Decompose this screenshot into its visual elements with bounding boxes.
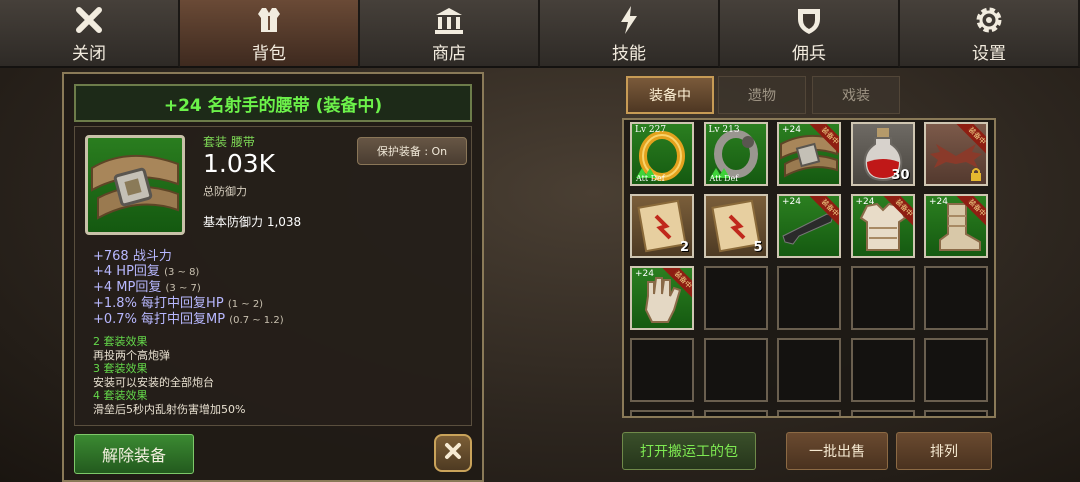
top-navigation: 关闭 背包 商店 技能 佣兵 设置	[0, 0, 1080, 68]
lightning-icon	[611, 3, 647, 37]
inventory-slot-empty[interactable]	[850, 266, 915, 330]
tab-costume[interactable]: 戏装	[812, 76, 900, 114]
boots-icon	[926, 203, 986, 256]
close-x-icon	[71, 3, 107, 37]
stat-line: +4 MP回复 (3 ~ 7)	[93, 280, 201, 295]
item-enhance-level: +24	[782, 197, 801, 207]
belt-icon	[85, 135, 185, 235]
inventory-slot[interactable]: Lv 227 Att Def	[630, 122, 694, 186]
inventory-tabs: 装备中 遗物 戏装	[626, 76, 906, 114]
set-effect-count: 3 套装效果	[93, 362, 148, 375]
close-detail-button[interactable]	[434, 434, 472, 472]
nav-tab-label: 商店	[432, 43, 466, 64]
nav-tab-label: 技能	[612, 43, 646, 64]
total-defense-value: 1.03K	[203, 149, 276, 178]
nav-tab-bag[interactable]: 背包	[180, 0, 360, 68]
inventory-slot-empty[interactable]	[630, 338, 694, 402]
inventory-slot-empty[interactable]	[924, 266, 988, 330]
inventory-slot[interactable]: +24 装备中	[630, 266, 694, 330]
gloves-icon	[632, 277, 692, 328]
sort-button[interactable]: 排列	[896, 432, 992, 470]
stat-line: +768 战斗力	[93, 249, 172, 264]
set-effect-count: 4 套装效果	[93, 389, 148, 402]
inventory-slot[interactable]: 5	[703, 194, 768, 258]
inventory-slot[interactable]: 30	[850, 122, 915, 186]
open-porter-bag-button[interactable]: 打开搬运工的包	[622, 432, 756, 470]
inventory-slot-empty[interactable]	[850, 410, 915, 416]
inventory-slot-empty[interactable]	[777, 338, 841, 402]
item-enhance-level: +24	[782, 125, 801, 135]
nav-tab-label: 设置	[972, 43, 1006, 64]
tab-relics[interactable]: 遗物	[718, 76, 806, 114]
nav-tab-settings[interactable]: 设置	[900, 0, 1080, 68]
item-enhance-level: +24	[635, 269, 654, 279]
att-def-indicator: Att Def	[636, 174, 665, 183]
set-effect-text: 滑垒后5秒内乱射伤害增加50%	[93, 402, 246, 416]
inventory-slot[interactable]: +24 装备中	[777, 122, 841, 186]
item-detail-panel: +24 名射手的腰带 (装备中) 套装 腰带 1.03K 总防御力 基本防御力 …	[62, 72, 484, 482]
inventory-grid: Lv 227 Att Def Lv 213 Att Def +24 装备中 30 装备中 2 5 +…	[622, 118, 996, 418]
protect-equipment-button[interactable]: 保护装备 : On	[357, 137, 467, 165]
stat-line: +0.7% 每打中回复MP (0.7 ~ 1.2)	[93, 312, 284, 327]
item-enhance-level: +24	[929, 197, 948, 207]
stat-line: +1.8% 每打中回复HP (1 ~ 2)	[93, 296, 264, 311]
att-def-indicator: Att Def	[709, 174, 739, 183]
set-effect-count: 2 套装效果	[93, 335, 148, 348]
inventory-slot[interactable]: +24 装备中	[924, 194, 988, 258]
nav-tab-label: 背包	[252, 43, 286, 64]
inventory-slot-empty[interactable]	[777, 266, 841, 330]
inventory-slot-empty[interactable]	[777, 410, 841, 416]
item-quantity: 2	[679, 240, 689, 255]
chest-armor-icon	[853, 202, 913, 256]
item-title: +24 名射手的腰带 (装备中)	[74, 84, 472, 122]
inventory-slot-empty[interactable]	[924, 338, 988, 402]
rifle-icon	[779, 213, 839, 256]
inventory-slot-empty[interactable]	[703, 338, 768, 402]
inventory-slot[interactable]: +24 装备中	[850, 194, 915, 258]
nav-tab-mercenary[interactable]: 佣兵	[720, 0, 900, 68]
item-quantity: 5	[753, 240, 763, 255]
base-defense: 基本防御力 1,038	[203, 215, 302, 229]
close-x-icon	[443, 441, 463, 465]
inventory-slot-empty[interactable]	[703, 266, 768, 330]
item-quantity: 30	[891, 168, 910, 183]
gear-icon	[971, 3, 1007, 37]
armor-icon	[251, 3, 287, 37]
set-effect-text: 再投两个高炮弹	[93, 348, 170, 362]
stat-line: +4 HP回复 (3 ~ 8)	[93, 264, 200, 279]
set-effects: 2 套装效果 再投两个高炮弹 3 套装效果 安装可以安装的全部炮台 4 套装效果…	[93, 335, 245, 416]
inventory-slot-empty[interactable]	[703, 410, 768, 416]
inventory-slot-empty[interactable]	[924, 410, 988, 416]
item-detail-body: 套装 腰带 1.03K 总防御力 基本防御力 1,038 保护装备 : On +…	[74, 126, 472, 426]
item-stats: +768 战斗力 +4 HP回复 (3 ~ 8) +4 MP回复 (3 ~ 7)…	[93, 249, 284, 328]
total-defense-label: 总防御力	[203, 185, 247, 198]
belt-icon	[779, 134, 839, 184]
set-effect-text: 安装可以安装的全部炮台	[93, 375, 214, 389]
inventory-slot-empty[interactable]	[630, 410, 694, 416]
unequip-button[interactable]: 解除装备	[74, 434, 194, 474]
item-set-type: 套装 腰带	[203, 135, 255, 149]
item-level: Lv 213	[708, 125, 740, 135]
inventory-slot[interactable]: Lv 213 Att Def	[703, 122, 768, 186]
item-enhance-level: +24	[855, 197, 875, 207]
shield-icon	[791, 3, 827, 37]
nav-tab-close[interactable]: 关闭	[0, 0, 180, 68]
inventory-slot[interactable]: +24 装备中	[777, 194, 841, 258]
inventory-slot[interactable]: 2	[630, 194, 694, 258]
nav-tab-skills[interactable]: 技能	[540, 0, 720, 68]
tab-equipped[interactable]: 装备中	[626, 76, 714, 114]
nav-tab-shop[interactable]: 商店	[360, 0, 540, 68]
nav-tab-label: 佣兵	[792, 43, 826, 64]
inventory-slot[interactable]: 装备中	[924, 122, 988, 186]
item-level: Lv 227	[635, 125, 667, 135]
shop-icon	[431, 3, 467, 37]
nav-tab-label: 关闭	[72, 43, 106, 64]
bulk-sell-button[interactable]: 一批出售	[786, 432, 888, 470]
inventory-slot-empty[interactable]	[850, 338, 915, 402]
